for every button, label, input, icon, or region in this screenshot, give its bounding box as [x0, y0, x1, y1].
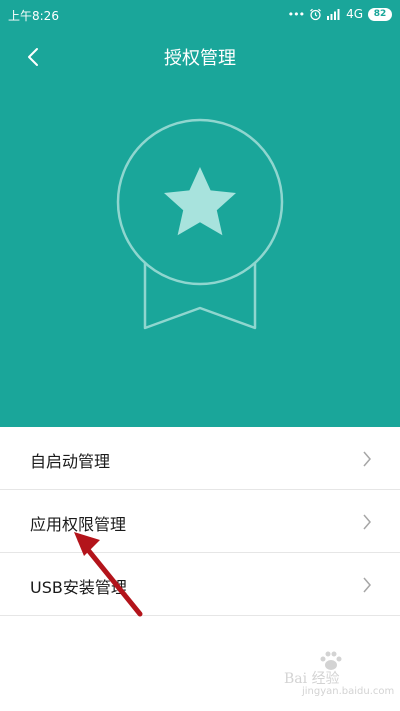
- watermark-logo: Bai 经验 jingyan.baidu.com: [282, 650, 395, 700]
- notification-dots: •••: [287, 7, 305, 21]
- menu-item-app-permissions[interactable]: 应用权限管理: [0, 490, 400, 553]
- watermark-brand: Bai 经验: [284, 671, 340, 687]
- watermark-url: jingyan.baidu.com: [302, 686, 395, 697]
- battery-indicator: 82: [368, 7, 392, 21]
- menu-item-label: 应用权限管理: [30, 515, 127, 534]
- menu-item-label: USB安装管理: [30, 578, 127, 597]
- signal-icon: [327, 9, 340, 20]
- chevron-right-icon: [363, 514, 371, 530]
- chevron-right-icon: [363, 451, 371, 467]
- menu-item-label: 自启动管理: [30, 452, 111, 471]
- settings-menu: 自启动管理 应用权限管理 USB安装管理: [0, 427, 400, 616]
- status-bar: 上午8:26 ••• 4G 82: [0, 0, 400, 30]
- network-type: 4G: [346, 7, 363, 21]
- paw-icon: [320, 651, 342, 670]
- menu-item-usb-install[interactable]: USB安装管理: [0, 553, 400, 616]
- menu-item-autostart[interactable]: 自启动管理: [0, 427, 400, 490]
- chevron-right-icon: [363, 577, 371, 593]
- status-time: 上午8:26: [8, 9, 59, 23]
- badge-star-icon: [116, 118, 284, 330]
- alarm-icon: [310, 8, 321, 20]
- status-indicators: ••• 4G 82: [288, 6, 392, 22]
- header-banner: 上午8:26 ••• 4G 82 授权管理: [0, 0, 400, 427]
- page-title: 授权管理: [164, 48, 236, 69]
